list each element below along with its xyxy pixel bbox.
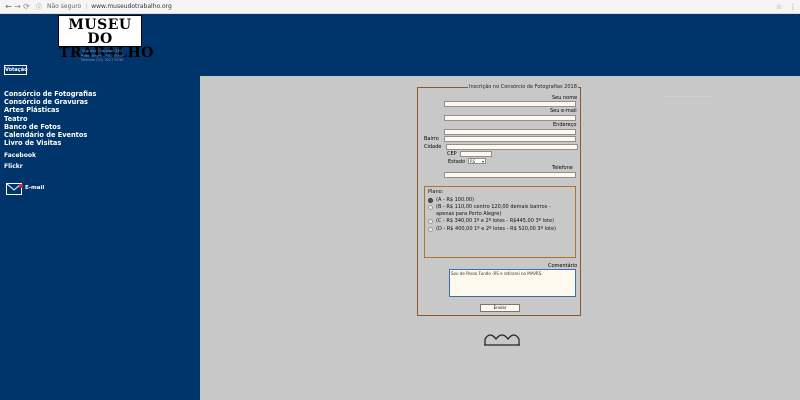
chevron-down-icon: ▾	[481, 158, 484, 164]
cep-label: CEP	[447, 151, 457, 157]
estado-select[interactable]: RS ▾	[468, 158, 486, 164]
security-label[interactable]: Não seguro	[47, 3, 81, 10]
radio-icon[interactable]	[428, 226, 433, 232]
comentario-textarea[interactable]: Sou de Passo Fundo -RS e retirarei no MA…	[449, 269, 576, 297]
form-legend: Inscrição no Consórcio de Fotografias 20…	[468, 84, 578, 90]
forward-arrow-icon[interactable]: →	[13, 0, 22, 14]
sidebar-item-teatro[interactable]: Teatro	[4, 115, 96, 123]
votacao-button[interactable]: Votação	[4, 65, 28, 75]
sidebar-item-livro-de-visitas[interactable]: Livro de Visitas	[4, 139, 96, 147]
plano-option-text: (A - R$ 100,00)	[436, 197, 475, 203]
site-header: MUSEU DO TRABALHO Rua das Andradas 230 P…	[0, 14, 800, 76]
email-label: E-mail	[25, 185, 45, 191]
estado-label: Estado	[448, 159, 466, 165]
faint-divider	[664, 96, 712, 97]
info-icon[interactable]: ⓘ	[36, 2, 42, 11]
plano-option-b[interactable]: (B - R$ 110,00 centro 120,00 demais bair…	[428, 204, 558, 217]
address-line: Telefone (51) 3227 5196	[80, 58, 124, 62]
facebook-link[interactable]: Facebook	[4, 152, 36, 159]
back-arrow-icon[interactable]: ←	[4, 0, 13, 14]
star-icon[interactable]: ☆	[772, 3, 786, 11]
enviar-button[interactable]: Enviar	[480, 304, 520, 312]
logo-line1: MUSEU DO	[68, 17, 132, 47]
cidade-label: Cidade	[424, 144, 442, 150]
flickr-link[interactable]: Flickr	[4, 163, 23, 170]
sidebar-menu: Consórcio de Fotografias Consórcio de Gr…	[4, 90, 96, 147]
url-text[interactable]: www.museudotrabalho.org	[91, 3, 172, 10]
url-separator: |	[85, 3, 88, 10]
email-input[interactable]	[444, 115, 576, 121]
cep-input[interactable]	[460, 151, 492, 157]
email-link[interactable]: E-mail	[6, 183, 44, 195]
nome-input[interactable]	[444, 101, 576, 107]
museu-emblem-icon	[484, 334, 520, 346]
sidebar-item-consorcio-gravuras[interactable]: Consórcio de Gravuras	[4, 98, 96, 106]
plano-option-text: (D - R$ 400,00 1º e 2º lotes - R$ 520,00…	[436, 226, 556, 232]
radio-icon[interactable]	[428, 204, 433, 210]
plano-option-c[interactable]: (C - R$ 340,00 1º e 2º lotes - R$445,00 …	[428, 218, 554, 225]
envelope-icon	[6, 183, 23, 195]
sidebar: Votação Consórcio de Fotografias Consórc…	[0, 65, 200, 400]
telefone-label: Telefone	[552, 165, 573, 171]
sidebar-item-banco-de-fotos[interactable]: Banco de Fotos	[4, 123, 96, 131]
plano-option-text: (C - R$ 340,00 1º e 2º lotes - R$445,00 …	[436, 218, 555, 224]
reload-icon[interactable]: ⟳	[22, 0, 31, 14]
bairro-input[interactable]	[444, 136, 576, 142]
sidebar-item-consorcio-fotografias[interactable]: Consórcio de Fotografias	[4, 90, 96, 98]
plano-option-a[interactable]: (A - R$ 100,00)	[428, 197, 474, 204]
sidebar-item-calendario[interactable]: Calendário de Eventos	[4, 131, 96, 139]
address-block: Rua das Andradas 230 Porto Alegre - RS -…	[62, 49, 142, 63]
browser-toolbar: ← → ⟳ ⓘ Não seguro | www.museudotrabalho…	[0, 0, 800, 14]
plano-fieldset: Plano: (A - R$ 100,00) (B - R$ 110,00 ce…	[424, 186, 576, 258]
inscricao-form: Inscrição no Consórcio de Fotografias 20…	[417, 84, 581, 316]
plano-label: Plano:	[428, 189, 444, 195]
toolbar-right: ☆ ⋮	[772, 0, 800, 14]
sidebar-item-artes-plasticas[interactable]: Artes Plásticas	[4, 106, 96, 114]
bairro-label: Bairro	[424, 136, 439, 142]
endereco-label: Endereço	[553, 122, 577, 128]
telefone-input[interactable]	[444, 172, 576, 178]
plano-option-d[interactable]: (D - R$ 400,00 1º e 2º lotes - R$ 520,00…	[428, 226, 556, 233]
radio-icon[interactable]	[428, 218, 433, 224]
plano-option-text: (B - R$ 110,00 centro 120,00 demais bair…	[436, 204, 551, 217]
endereco-input[interactable]	[444, 129, 576, 135]
email-label: Seu e-mail	[550, 108, 577, 114]
cidade-input[interactable]	[446, 144, 578, 150]
radio-selected-icon[interactable]	[428, 197, 433, 203]
estado-value: RS	[470, 158, 476, 164]
site-logo[interactable]: MUSEU DO TRABALHO	[58, 15, 153, 60]
menu-dots-icon[interactable]: ⋮	[786, 3, 800, 11]
